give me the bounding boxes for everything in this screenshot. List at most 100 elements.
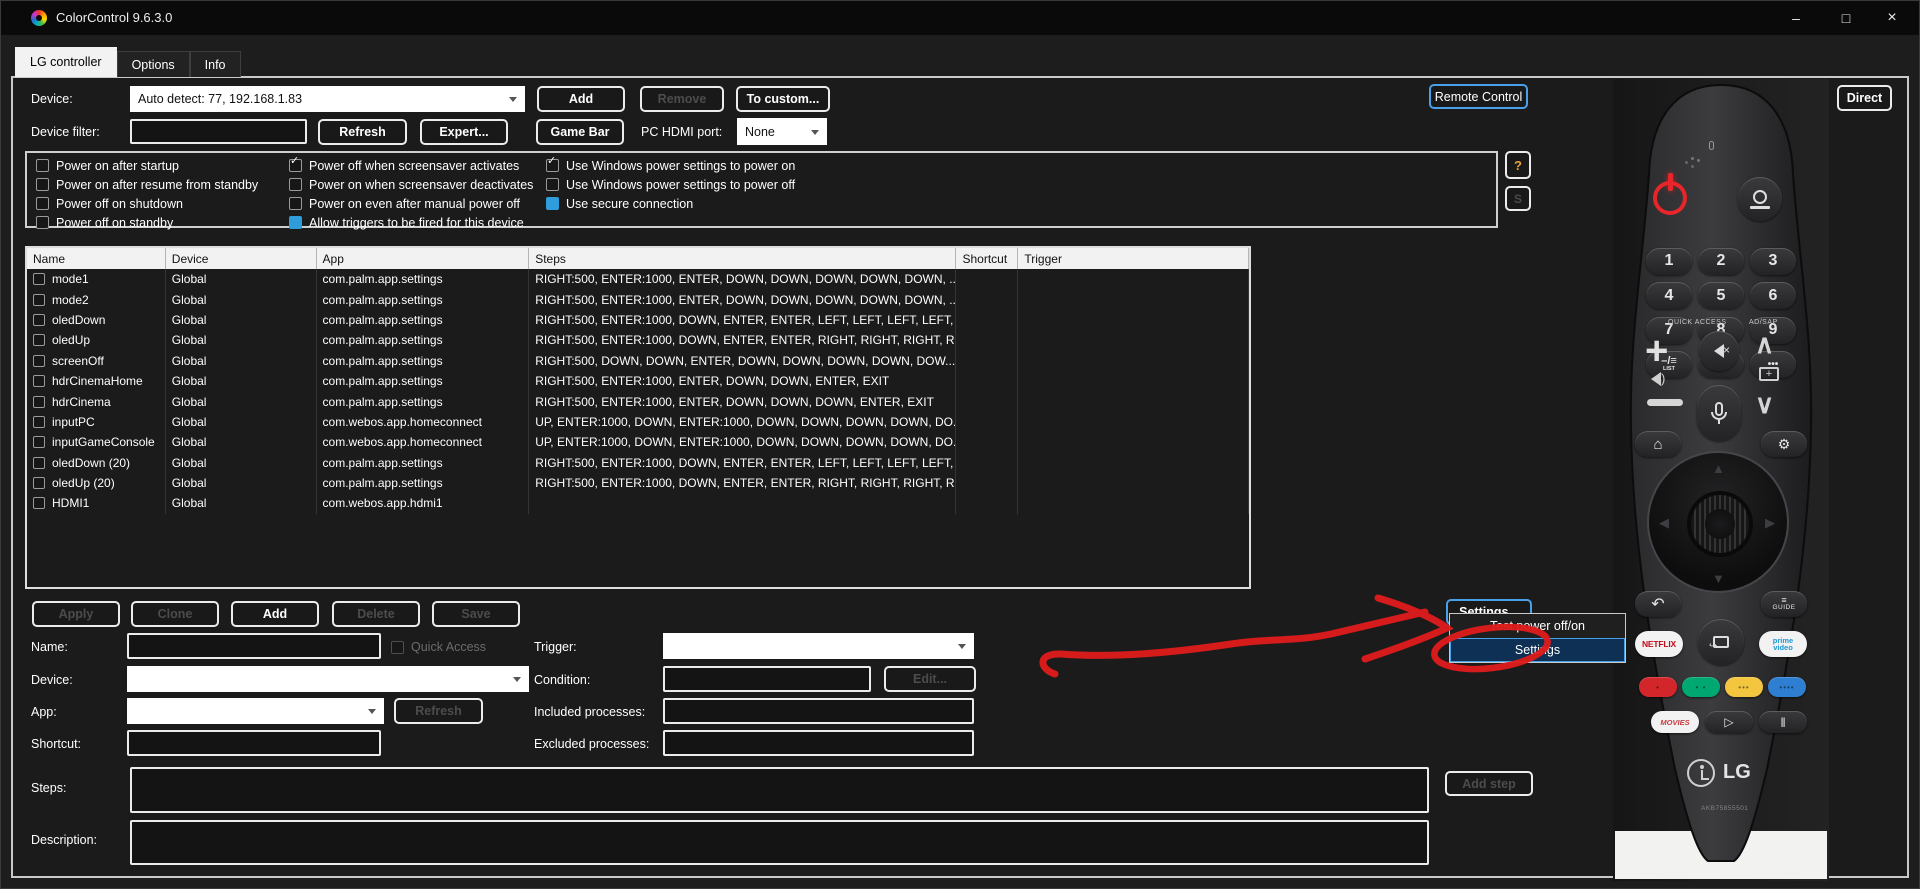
checkbox[interactable]	[289, 178, 302, 191]
cell-name: HDMI1	[27, 493, 166, 513]
table-row[interactable]: hdrCinemaGlobalcom.palm.app.settingsRIGH…	[27, 391, 1249, 411]
row-checkbox[interactable]	[33, 273, 45, 285]
name-input[interactable]	[127, 633, 381, 659]
edit-condition-button[interactable]: Edit...	[884, 666, 976, 692]
menu-item-settings[interactable]: Settings	[1450, 638, 1625, 662]
pc-hdmi-port-select[interactable]: None	[737, 118, 827, 145]
excluded-processes-input[interactable]	[663, 730, 974, 756]
table-row[interactable]: screenOffGlobalcom.palm.app.settingsRIGH…	[27, 351, 1249, 371]
s-button[interactable]: S	[1505, 186, 1531, 211]
column-header-shortcut[interactable]: Shortcut	[956, 248, 1018, 269]
form-device-select[interactable]	[127, 666, 529, 692]
column-header-trigger[interactable]: Trigger	[1018, 248, 1249, 269]
trigger-select[interactable]	[663, 633, 974, 659]
table-row[interactable]: HDMI1Globalcom.webos.app.hdmi1	[27, 493, 1249, 513]
maximize-button[interactable]: □	[1823, 1, 1869, 35]
table-row[interactable]: inputPCGlobalcom.webos.app.homeconnectUP…	[27, 412, 1249, 432]
cell-steps: RIGHT:500, ENTER:1000, DOWN, ENTER, ENTE…	[529, 330, 956, 350]
checkbox[interactable]	[36, 159, 49, 172]
mute-button: ×	[1699, 331, 1739, 371]
shortcut-input[interactable]	[127, 730, 381, 756]
form-app-select[interactable]	[127, 698, 384, 724]
row-checkbox[interactable]	[33, 314, 45, 326]
row-checkbox[interactable]	[33, 416, 45, 428]
row-checkbox[interactable]	[33, 396, 45, 408]
checkbox[interactable]	[289, 197, 302, 210]
add-preset-button[interactable]: Add	[231, 601, 319, 627]
table-row[interactable]: oledUp (20)Globalcom.palm.app.settingsRI…	[27, 473, 1249, 493]
help-button[interactable]: ?	[1505, 151, 1531, 179]
close-button[interactable]: ×	[1869, 1, 1915, 35]
color-button-2: •••	[1725, 677, 1763, 697]
table-row[interactable]: oledDownGlobalcom.palm.app.settingsRIGHT…	[27, 310, 1249, 330]
column-header-name[interactable]: Name	[27, 248, 166, 269]
description-textarea[interactable]	[130, 820, 1429, 865]
checkbox[interactable]	[546, 197, 559, 210]
table-row[interactable]: mode2Globalcom.palm.app.settingsRIGHT:50…	[27, 289, 1249, 309]
checkbox[interactable]	[36, 216, 49, 229]
table-row[interactable]: oledUpGlobalcom.palm.app.settingsRIGHT:5…	[27, 330, 1249, 350]
checkbox[interactable]	[546, 178, 559, 191]
form-refresh-apps-button[interactable]: Refresh	[394, 698, 483, 724]
cell-name: inputPC	[27, 412, 166, 432]
column-header-app[interactable]: App	[317, 248, 530, 269]
row-checkbox[interactable]	[33, 497, 45, 509]
included-processes-input[interactable]	[663, 698, 974, 724]
add-step-button[interactable]: Add step	[1445, 771, 1533, 796]
remote-control-button[interactable]: Remote Control	[1429, 84, 1528, 109]
apply-preset-button[interactable]: Apply	[32, 601, 120, 627]
cell-device: Global	[166, 351, 317, 371]
checkbox[interactable]	[36, 197, 49, 210]
row-checkbox[interactable]	[33, 375, 45, 387]
row-checkbox[interactable]	[33, 294, 45, 306]
tab-options[interactable]: Options	[117, 51, 190, 77]
game-bar-button[interactable]: Game Bar	[536, 119, 624, 145]
table-row[interactable]: oledDown (20)Globalcom.palm.app.settings…	[27, 453, 1249, 473]
cell-name: oledDown (20)	[27, 453, 166, 473]
column-header-device[interactable]: Device	[166, 248, 317, 269]
condition-input[interactable]	[663, 666, 871, 692]
device-filter-input[interactable]	[130, 119, 307, 144]
clone-preset-button[interactable]: Clone	[131, 601, 219, 627]
menu-item-test-power-off-on[interactable]: Test power off/on	[1450, 614, 1625, 638]
cell-steps: RIGHT:500, ENTER:1000, DOWN, ENTER, ENTE…	[529, 310, 956, 330]
power-option: Use secure connection	[546, 194, 795, 213]
row-checkbox[interactable]	[33, 436, 45, 448]
cell-app: com.palm.app.settings	[317, 289, 530, 309]
cell-shortcut	[956, 473, 1018, 493]
remove-device-button[interactable]: Remove	[640, 86, 724, 112]
checkbox[interactable]	[36, 178, 49, 191]
power-option: Power off when screensaver activates	[289, 156, 533, 175]
table-row[interactable]: hdrCinemaHomeGlobalcom.palm.app.settings…	[27, 371, 1249, 391]
row-checkbox[interactable]	[33, 457, 45, 469]
save-preset-button[interactable]: Save	[432, 601, 520, 627]
row-checkbox[interactable]	[33, 355, 45, 367]
quick-access-checkbox[interactable]	[391, 641, 404, 654]
table-row[interactable]: inputGameConsoleGlobalcom.webos.app.home…	[27, 432, 1249, 452]
row-checkbox[interactable]	[33, 477, 45, 489]
expert-button[interactable]: Expert...	[420, 119, 508, 145]
delete-preset-button[interactable]: Delete	[332, 601, 420, 627]
power-option-label: Power on when screensaver deactivates	[309, 178, 533, 192]
tab-lg-controller[interactable]: LG controller	[15, 47, 117, 77]
cell-shortcut	[956, 493, 1018, 513]
tab-info[interactable]: Info	[190, 51, 241, 77]
steps-textarea[interactable]	[130, 767, 1429, 813]
checkbox[interactable]	[289, 216, 302, 229]
cell-trigger	[1018, 371, 1249, 391]
power-option: Power on after resume from standby	[36, 175, 258, 194]
column-header-steps[interactable]: Steps	[529, 248, 956, 269]
add-device-button[interactable]: Add	[537, 86, 625, 112]
cell-shortcut	[956, 351, 1018, 371]
to-custom-button[interactable]: To custom...	[736, 86, 830, 112]
table-row[interactable]: mode1Globalcom.palm.app.settingsRIGHT:50…	[27, 269, 1249, 289]
direct-button[interactable]: Direct	[1837, 85, 1892, 111]
device-combobox[interactable]: Auto detect: 77, 192.168.1.83	[130, 86, 525, 112]
cell-app: com.webos.app.hdmi1	[317, 493, 530, 513]
cell-name: screenOff	[27, 351, 166, 371]
device-combobox-value: Auto detect: 77, 192.168.1.83	[138, 92, 302, 106]
minimize-button[interactable]: –	[1773, 1, 1819, 35]
cell-device: Global	[166, 412, 317, 432]
row-checkbox[interactable]	[33, 334, 45, 346]
refresh-devices-button[interactable]: Refresh	[318, 119, 407, 145]
